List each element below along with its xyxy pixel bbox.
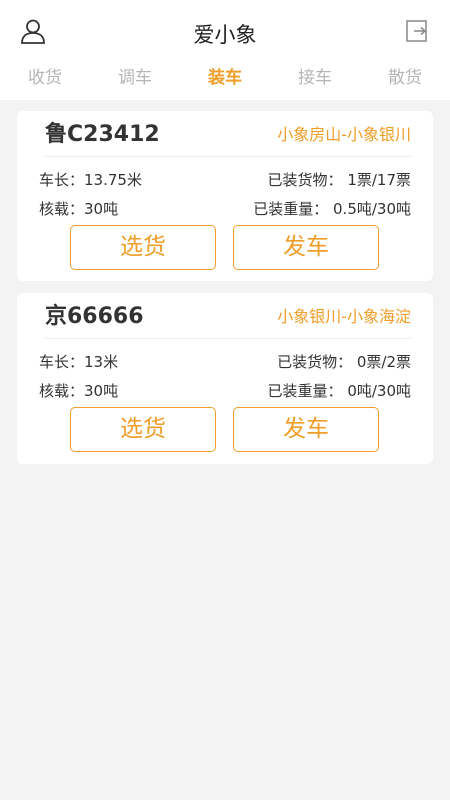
vehicle-card: 鲁C23412 小象房山-小象银川 车长：13.75米 已装货物： 1票/17票… [17, 111, 433, 281]
page-title: 爱小象 [193, 23, 257, 47]
route-label: 小象房山-小象银川 [277, 125, 411, 144]
app-header: 爱小象 收货 调车 装车 接车 散货 [0, 0, 450, 100]
select-goods-button[interactable]: 选货 [70, 225, 216, 270]
vehicle-capacity: 核载：30吨 [39, 200, 119, 218]
plate-number: 京66666 [45, 304, 144, 329]
logout-icon[interactable] [402, 16, 432, 46]
tab-receive[interactable]: 收货 [0, 62, 90, 94]
loaded-goods: 已装货物： 1票/17票 [267, 171, 411, 189]
tab-bar: 收货 调车 装车 接车 散货 [0, 62, 450, 94]
tab-bulk[interactable]: 散货 [360, 62, 450, 94]
vehicle-capacity: 核载：30吨 [39, 382, 119, 400]
divider [45, 338, 411, 339]
select-goods-button[interactable]: 选货 [70, 407, 216, 452]
loaded-weight: 已装重量： 0.5吨/30吨 [253, 200, 411, 218]
loaded-goods: 已装货物： 0票/2票 [277, 353, 411, 371]
tab-dispatch[interactable]: 调车 [90, 62, 180, 94]
vehicle-length: 车长：13.75米 [39, 171, 142, 189]
divider [45, 156, 411, 157]
depart-button[interactable]: 发车 [233, 407, 379, 452]
plate-number: 鲁C23412 [45, 122, 160, 147]
loaded-weight: 已装重量： 0吨/30吨 [267, 382, 411, 400]
route-label: 小象银川-小象海淀 [277, 307, 411, 326]
tab-pickup[interactable]: 接车 [270, 62, 360, 94]
vehicle-card: 京66666 小象银川-小象海淀 车长：13米 已装货物： 0票/2票 核载：3… [17, 293, 433, 464]
depart-button[interactable]: 发车 [233, 225, 379, 270]
vehicle-length: 车长：13米 [39, 353, 119, 371]
tab-loading[interactable]: 装车 [180, 62, 270, 94]
